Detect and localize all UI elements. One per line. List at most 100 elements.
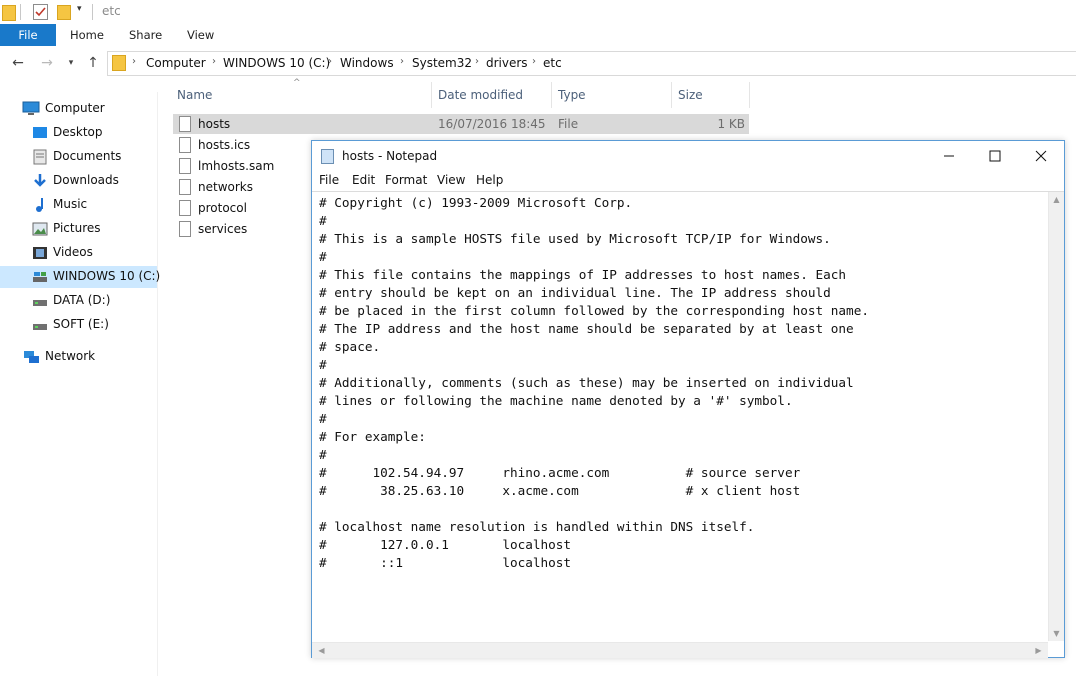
recent-locations-chevron-icon[interactable]: ▾ <box>62 54 80 72</box>
scroll-down-arrow-icon[interactable]: ▼ <box>1049 629 1064 638</box>
sidebar-item-desktop[interactable]: Desktop <box>0 122 157 144</box>
sidebar-item-label: DATA (D:) <box>53 293 111 307</box>
sidebar-item-videos[interactable]: Videos <box>0 242 157 264</box>
customize-toolbar-icon[interactable]: ▾ <box>77 4 82 14</box>
file-icon <box>179 137 191 153</box>
column-divider[interactable] <box>551 82 552 108</box>
menu-view[interactable]: View <box>437 173 465 187</box>
forward-arrow-icon[interactable]: → <box>38 54 56 72</box>
folder-icon <box>112 55 126 71</box>
up-arrow-icon[interactable]: ↑ <box>84 54 102 72</box>
navigation-pane: Computer Desktop Documents Downloads Mus… <box>0 92 160 676</box>
window-title: etc <box>102 4 121 18</box>
close-button[interactable] <box>1018 141 1064 171</box>
scroll-up-arrow-icon[interactable]: ▲ <box>1049 195 1064 204</box>
breadcrumb-etc[interactable]: etc <box>543 56 562 70</box>
sidebar-item-windows10-drive[interactable]: WINDOWS 10 (C:) <box>0 266 160 288</box>
pictures-icon <box>32 221 48 237</box>
breadcrumb-windows[interactable]: Windows <box>340 56 394 70</box>
breadcrumb-separator: › <box>132 56 136 67</box>
minimize-button[interactable] <box>926 141 972 171</box>
breadcrumb-system32[interactable]: System32 <box>412 56 472 70</box>
desktop-icon <box>32 125 48 141</box>
breadcrumb-drivers[interactable]: drivers <box>486 56 528 70</box>
sidebar-item-label: Downloads <box>53 173 119 187</box>
tab-view[interactable]: View <box>187 24 214 46</box>
navigation-bar: ← → ▾ ↑ › Computer › WINDOWS 10 (C:) › W… <box>0 48 1076 78</box>
address-bar[interactable]: › Computer › WINDOWS 10 (C:) › Windows ›… <box>107 51 1076 76</box>
sidebar-item-data-drive[interactable]: DATA (D:) <box>0 290 157 312</box>
scroll-left-arrow-icon[interactable]: ◀ <box>314 646 329 655</box>
notepad-icon <box>321 149 334 164</box>
sidebar-item-label: Desktop <box>53 125 103 139</box>
sidebar-item-label: Pictures <box>53 221 101 235</box>
back-arrow-icon[interactable]: ← <box>9 54 27 72</box>
hosts-file-content[interactable]: # Copyright (c) 1993-2009 Microsoft Corp… <box>319 194 1039 634</box>
menu-format[interactable]: Format <box>385 173 427 187</box>
breadcrumb-separator[interactable]: › <box>475 56 479 67</box>
sidebar-item-label: Music <box>53 197 88 211</box>
network-icon <box>22 349 39 365</box>
new-folder-icon[interactable] <box>57 5 71 20</box>
quick-access-toolbar: ▾ etc <box>0 0 1076 24</box>
file-icon <box>179 116 191 132</box>
column-divider[interactable] <box>431 82 432 108</box>
vertical-scrollbar[interactable]: ▲ ▼ <box>1048 192 1064 641</box>
window-title: hosts - Notepad <box>342 149 438 163</box>
sidebar-item-documents[interactable]: Documents <box>0 146 157 168</box>
column-header-date-modified[interactable]: Date modified <box>438 88 523 102</box>
sidebar-item-downloads[interactable]: Downloads <box>0 170 157 192</box>
music-icon <box>32 197 48 213</box>
sort-ascending-icon: ^ <box>293 78 301 88</box>
sidebar-item-music[interactable]: Music <box>0 194 157 216</box>
breadcrumb-windows10-drive[interactable]: WINDOWS 10 (C:) <box>223 56 330 70</box>
menu-help[interactable]: Help <box>476 173 503 187</box>
column-header-name[interactable]: Name <box>177 88 212 102</box>
notepad-title-bar[interactable]: hosts - Notepad <box>312 141 1064 171</box>
sidebar-item-label: Videos <box>53 245 93 259</box>
tab-share[interactable]: Share <box>129 24 162 46</box>
file-name: protocol <box>198 201 247 215</box>
breadcrumb-computer[interactable]: Computer <box>146 56 206 70</box>
ribbon-tabs: File Home Share View <box>0 24 1076 46</box>
column-header-size[interactable]: Size <box>678 88 703 102</box>
tab-file[interactable]: File <box>0 24 56 46</box>
breadcrumb-separator[interactable]: › <box>328 56 332 67</box>
sidebar-item-label: Network <box>45 349 96 363</box>
sidebar-item-network[interactable]: Network <box>0 346 157 368</box>
notepad-text-area[interactable]: # Copyright (c) 1993-2009 Microsoft Corp… <box>312 191 1064 658</box>
file-name: networks <box>198 180 253 194</box>
notepad-window[interactable]: hosts - Notepad File Edit Format View He… <box>311 140 1065 658</box>
column-header-type[interactable]: Type <box>558 88 586 102</box>
file-date-modified: 16/07/2016 18:45 <box>438 117 546 131</box>
drive-icon <box>32 293 48 309</box>
file-type: File <box>558 117 579 131</box>
horizontal-scrollbar[interactable]: ◀ ▶ <box>312 642 1048 658</box>
breadcrumb-separator[interactable]: › <box>212 56 216 67</box>
downloads-icon <box>32 173 48 189</box>
column-divider[interactable] <box>671 82 672 108</box>
videos-icon <box>32 245 48 261</box>
file-row-hosts[interactable]: hosts 16/07/2016 18:45 File 1 KB <box>173 114 749 134</box>
maximize-button[interactable] <box>972 141 1018 171</box>
file-icon <box>179 200 191 216</box>
divider <box>92 4 93 20</box>
breadcrumb-separator[interactable]: › <box>400 56 404 67</box>
tab-home[interactable]: Home <box>70 24 104 46</box>
documents-icon <box>32 149 48 165</box>
menu-edit[interactable]: Edit <box>352 173 375 187</box>
divider <box>20 4 21 20</box>
drive-icon <box>32 269 48 285</box>
scroll-right-arrow-icon[interactable]: ▶ <box>1031 646 1046 655</box>
breadcrumb-separator[interactable]: › <box>532 56 536 67</box>
column-divider[interactable] <box>749 82 750 108</box>
sidebar-item-computer[interactable]: Computer <box>0 98 157 120</box>
folder-icon[interactable] <box>2 5 16 21</box>
sidebar-item-soft-drive[interactable]: SOFT (E:) <box>0 314 157 336</box>
file-name: hosts.ics <box>198 138 251 152</box>
file-name: hosts <box>198 117 231 131</box>
sidebar-item-pictures[interactable]: Pictures <box>0 218 157 240</box>
menu-file[interactable]: File <box>319 173 339 187</box>
properties-icon[interactable] <box>33 4 48 20</box>
file-icon <box>179 158 191 174</box>
